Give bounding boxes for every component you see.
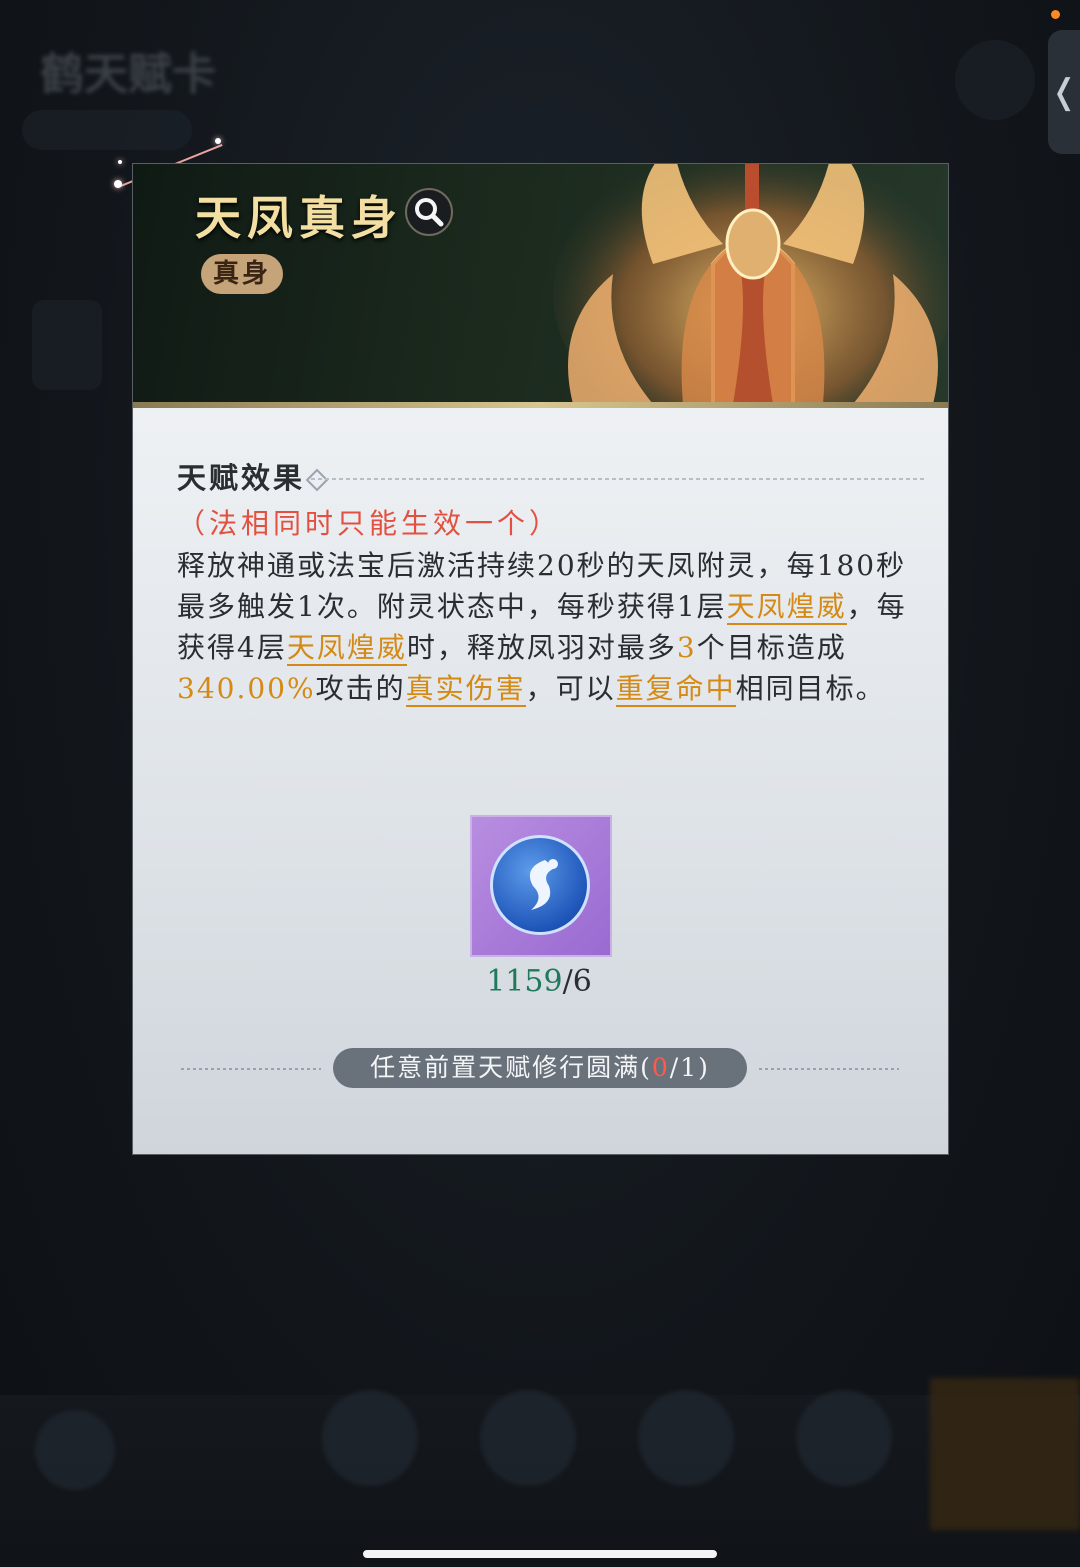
requirement-text: 任意前置天赋修行圆满( bbox=[370, 1053, 652, 1082]
swirl-orb-icon bbox=[490, 835, 590, 935]
item-count-separator: / bbox=[562, 964, 573, 999]
constellation-star bbox=[118, 160, 122, 164]
card-header: 天凤真身 真身 bbox=[133, 164, 948, 404]
keyword-link[interactable]: 天凤煌威 bbox=[286, 631, 407, 666]
status-indicator-dot bbox=[1051, 10, 1060, 19]
item-count: 1159/6 bbox=[470, 964, 608, 999]
desc-text: 时，释放凤羽对最多 bbox=[406, 631, 677, 664]
item-required-count: 6 bbox=[572, 964, 592, 999]
constellation-star bbox=[215, 138, 221, 144]
requirement-progress: 0 bbox=[651, 1053, 670, 1082]
section-divider bbox=[311, 478, 926, 480]
blurred-left-icon bbox=[32, 300, 102, 390]
inspect-button[interactable] bbox=[405, 188, 453, 236]
bottom-skill-button[interactable] bbox=[322, 1390, 418, 1486]
dotted-divider bbox=[759, 1068, 899, 1070]
dotted-divider bbox=[181, 1068, 321, 1070]
keyword-link[interactable]: 重复命中 bbox=[615, 672, 736, 707]
talent-detail-card: 天凤真身 真身 天赋效果 （法相同时只能生效一个） 释放神通或法宝后激活持续20… bbox=[132, 163, 949, 1155]
desc-text: 相同目标。 bbox=[735, 672, 886, 705]
card-body: 天赋效果 （法相同时只能生效一个） 释放神通或法宝后激活持续20秒的天凤附灵，每… bbox=[133, 408, 948, 1154]
talent-type-tag: 真身 bbox=[201, 254, 283, 294]
keyword-link[interactable]: 真实伤害 bbox=[405, 672, 526, 707]
blurred-left-panel bbox=[22, 110, 192, 150]
bottom-skill-button[interactable] bbox=[35, 1410, 115, 1490]
talent-title: 天凤真身 bbox=[195, 191, 403, 245]
prerequisite-requirement: 任意前置天赋修行圆满(0/1) bbox=[333, 1048, 747, 1088]
item-owned-count: 1159 bbox=[486, 964, 563, 999]
required-item-slot[interactable] bbox=[470, 815, 612, 957]
section-ornament-icon bbox=[305, 468, 329, 492]
highlight-number: 340.00% bbox=[177, 672, 316, 705]
section-title: 天赋效果 bbox=[177, 461, 306, 495]
phoenix-avatar-figure bbox=[553, 164, 948, 404]
blurred-top-right-button bbox=[955, 40, 1035, 120]
desc-text: ，可以 bbox=[525, 672, 616, 705]
highlight-number: 3 bbox=[676, 631, 697, 664]
bottom-skill-button[interactable] bbox=[638, 1390, 734, 1486]
blurred-background-title: 鹤天赋卡 bbox=[40, 49, 216, 100]
desc-text: 攻击的 bbox=[315, 672, 406, 705]
requirement-total: /1) bbox=[669, 1053, 710, 1082]
constellation-star bbox=[114, 180, 122, 188]
side-collapse-handle[interactable]: ❬ bbox=[1048, 30, 1080, 154]
desc-text: 个目标造成 bbox=[696, 631, 847, 664]
bottom-skill-button[interactable] bbox=[480, 1390, 576, 1486]
chevron-left-icon: ❬ bbox=[1049, 72, 1079, 112]
search-icon bbox=[415, 198, 444, 227]
exclusive-note: （法相同时只能生效一个） bbox=[177, 507, 562, 540]
talent-description: 释放神通或法宝后激活持续20秒的天凤附灵，每180秒最多触发1次。附灵状态中，每… bbox=[177, 545, 917, 709]
bottom-skill-button[interactable] bbox=[796, 1390, 892, 1486]
home-indicator[interactable] bbox=[363, 1550, 717, 1558]
bottom-right-highlight-button[interactable] bbox=[930, 1378, 1080, 1530]
keyword-link[interactable]: 天凤煌威 bbox=[726, 590, 847, 625]
